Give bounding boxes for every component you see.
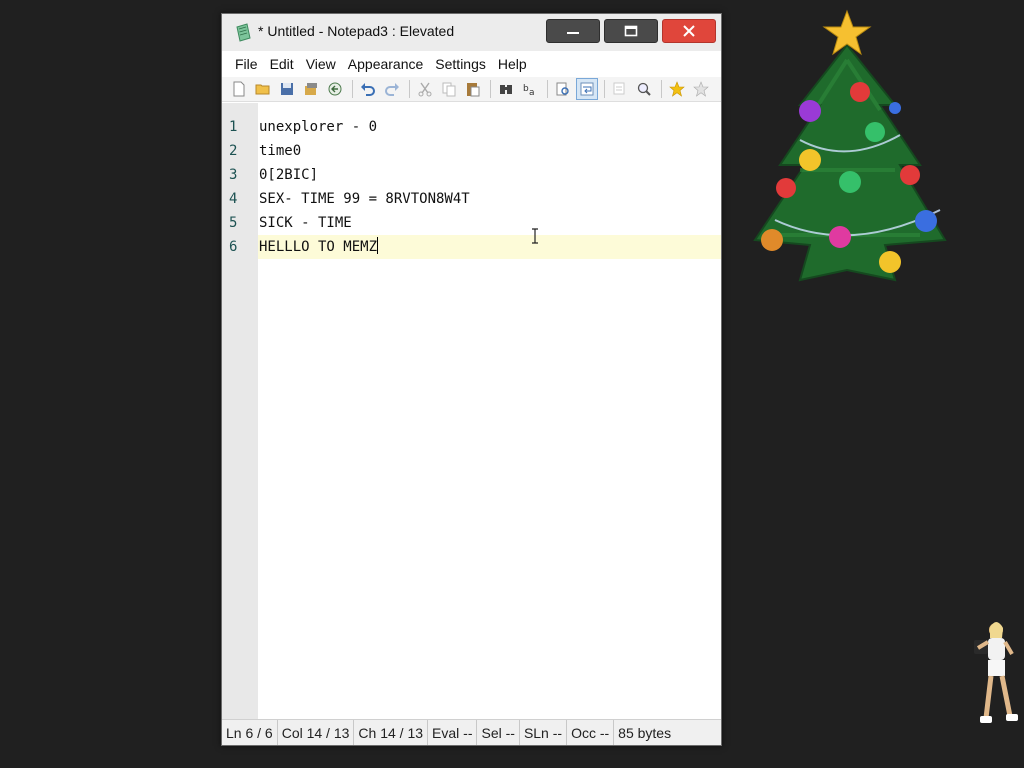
- open-button[interactable]: [252, 78, 274, 100]
- svg-text:a: a: [529, 88, 535, 97]
- status-selection[interactable]: Sel --: [477, 720, 520, 745]
- add-favorite-icon: [693, 81, 709, 97]
- line-number: 1: [229, 119, 238, 135]
- maximize-icon: [624, 25, 638, 37]
- christmas-tree-image: [753, 9, 947, 282]
- add-favorite-button[interactable]: [690, 78, 712, 100]
- menu-view[interactable]: View: [300, 56, 342, 72]
- zoom-in-icon: [637, 82, 651, 96]
- editor-line[interactable]: 6 HELLLO TO MEMZ: [222, 235, 721, 259]
- menu-edit[interactable]: Edit: [264, 56, 300, 72]
- status-line[interactable]: Ln 6 / 6: [222, 720, 278, 745]
- menu-bar: File Edit View Appearance Settings Help: [222, 51, 721, 77]
- notepad3-window: * Untitled - Notepad3 : Elevated File Ed…: [221, 13, 722, 746]
- replace-icon: ba: [523, 84, 535, 97]
- line-text[interactable]: time0: [259, 139, 301, 163]
- favorites-button[interactable]: [666, 78, 688, 100]
- menu-settings[interactable]: Settings: [429, 56, 492, 72]
- dancing-figure-image: [974, 622, 1018, 723]
- toolbar-separator: [604, 80, 605, 98]
- cut-icon: [418, 82, 432, 97]
- menu-help[interactable]: Help: [492, 56, 533, 72]
- undo-button[interactable]: [357, 78, 379, 100]
- editor-line[interactable]: 3 0[2BIC]: [222, 163, 721, 187]
- status-selected-lines[interactable]: SLn --: [520, 720, 568, 745]
- save-as-icon: [305, 83, 317, 95]
- status-char[interactable]: Ch 14 / 13: [354, 720, 429, 745]
- line-number: 5: [229, 215, 238, 231]
- save-icon: [281, 83, 293, 95]
- title-bar[interactable]: * Untitled - Notepad3 : Elevated: [222, 14, 721, 51]
- toolbar-separator: [661, 80, 662, 98]
- editor-line[interactable]: 5 SICK - TIME: [222, 211, 721, 235]
- find-icon: [500, 85, 512, 94]
- status-column[interactable]: Col 14 / 13: [278, 720, 355, 745]
- replace-button[interactable]: ba: [519, 78, 541, 100]
- line-number: 6: [229, 239, 238, 255]
- minimize-icon: [567, 32, 579, 34]
- status-occurrences[interactable]: Occ --: [567, 720, 615, 745]
- copy-button[interactable]: [438, 78, 460, 100]
- editor-line[interactable]: 4 SEX- TIME 99 = 8RVTON8W4T: [222, 187, 721, 211]
- revert-icon: [328, 82, 342, 96]
- status-file-size[interactable]: 85 bytes: [614, 720, 675, 745]
- find-in-files-icon: [556, 82, 569, 96]
- toolbar-separator: [547, 80, 548, 98]
- close-button[interactable]: [662, 19, 716, 43]
- toolbar-separator: [490, 80, 491, 98]
- find-button[interactable]: [495, 78, 517, 100]
- new-file-button[interactable]: [228, 78, 250, 100]
- redo-button[interactable]: [381, 78, 403, 100]
- text-caret: [377, 237, 379, 254]
- line-text[interactable]: SICK - TIME: [259, 211, 352, 235]
- word-wrap-icon: [580, 82, 594, 96]
- window-title: * Untitled - Notepad3 : Elevated: [258, 23, 455, 39]
- zoom-out-button[interactable]: [609, 78, 631, 100]
- line-text[interactable]: unexplorer - 0: [259, 115, 377, 139]
- close-icon: [683, 25, 695, 37]
- notepad-app-icon: [236, 23, 251, 42]
- menu-file[interactable]: File: [229, 56, 264, 72]
- ibeam-cursor-icon: [532, 228, 538, 244]
- undo-icon: [361, 83, 375, 96]
- minimize-button[interactable]: [546, 19, 600, 43]
- line-number: 2: [229, 143, 238, 159]
- find-in-files-button[interactable]: [552, 78, 574, 100]
- line-number: 3: [229, 167, 238, 183]
- zoom-in-button[interactable]: [633, 78, 655, 100]
- editor-line[interactable]: 2 time0: [222, 139, 721, 163]
- line-text[interactable]: 0[2BIC]: [259, 163, 318, 187]
- status-bar: Ln 6 / 6 Col 14 / 13 Ch 14 / 13 Eval -- …: [222, 719, 721, 745]
- text-editor[interactable]: 1 unexplorer - 0 2 time0 3 0[2BIC] 4 SEX…: [222, 103, 721, 719]
- editor-line[interactable]: 1 unexplorer - 0: [222, 115, 721, 139]
- toolbar-separator: [409, 80, 410, 98]
- maximize-button[interactable]: [604, 19, 658, 43]
- menu-appearance[interactable]: Appearance: [342, 56, 430, 72]
- new-file-icon: [233, 81, 245, 97]
- status-eval[interactable]: Eval --: [428, 720, 478, 745]
- save-button[interactable]: [276, 78, 298, 100]
- cut-button[interactable]: [414, 78, 436, 100]
- paste-button[interactable]: [462, 78, 484, 100]
- line-text[interactable]: SEX- TIME 99 = 8RVTON8W4T: [259, 187, 470, 211]
- line-text[interactable]: HELLLO TO MEMZ: [259, 239, 377, 255]
- save-as-button[interactable]: [300, 78, 322, 100]
- favorite-icon: [669, 81, 685, 97]
- open-folder-icon: [255, 84, 270, 95]
- toolbar: ba: [222, 77, 721, 102]
- revert-button[interactable]: [324, 78, 346, 100]
- toolbar-separator: [352, 80, 353, 98]
- line-number: 4: [229, 191, 238, 207]
- paste-icon: [467, 83, 480, 97]
- copy-icon: [442, 82, 456, 97]
- redo-icon: [385, 83, 399, 96]
- line-text-current[interactable]: HELLLO TO MEMZ: [259, 235, 379, 259]
- word-wrap-button[interactable]: [576, 78, 598, 100]
- zoom-out-icon: [613, 82, 625, 95]
